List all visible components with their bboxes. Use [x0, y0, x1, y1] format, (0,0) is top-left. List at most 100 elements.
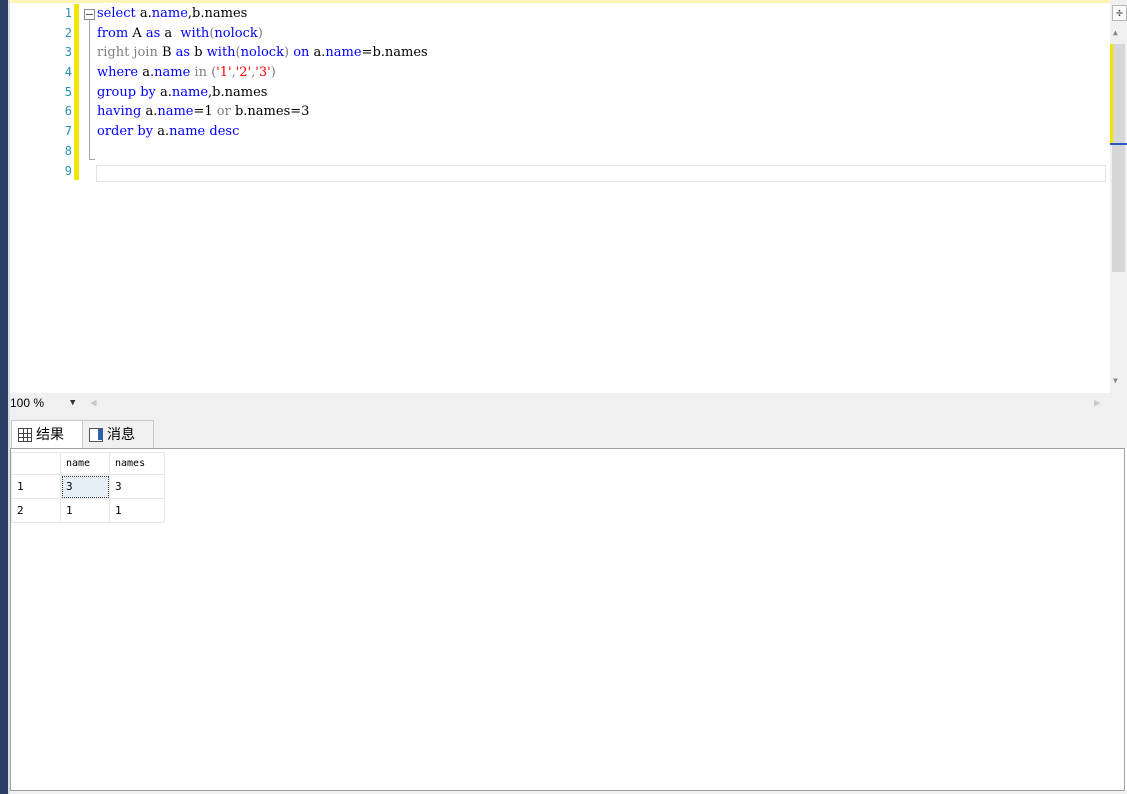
zoom-level[interactable]: 100 % — [10, 396, 44, 410]
column-header[interactable]: name — [60, 452, 110, 475]
collapse-region-icon[interactable] — [84, 9, 95, 20]
scrollbar-caret-marker — [1110, 143, 1127, 145]
grid-icon — [18, 428, 32, 443]
line-number: 3 — [64, 45, 72, 60]
tab-results[interactable]: 结果 — [11, 420, 83, 448]
column-header[interactable]: names — [109, 452, 165, 475]
code-token: ) — [270, 65, 276, 81]
code-line[interactable]: select a.name,b.names — [97, 4, 1097, 24]
fold-guide-end — [89, 159, 95, 160]
code-token: name — [325, 45, 362, 61]
code-token: right join — [97, 45, 158, 61]
code-token: select — [97, 6, 136, 21]
tab-results-label: 结果 — [36, 426, 64, 442]
code-line[interactable]: group by a.name,b.names — [97, 83, 1097, 103]
sql-code[interactable]: select a.name,b.names from A as a with(no… — [97, 4, 1097, 181]
code-token: a — [160, 25, 181, 41]
left-window-edge — [0, 0, 8, 794]
zoom-bar — [10, 393, 1127, 413]
header-row: name names — [11, 452, 165, 475]
code-token: =b.names — [361, 45, 428, 61]
message-icon — [89, 428, 103, 443]
code-line[interactable]: from A as a with(nolock) — [97, 24, 1097, 44]
code-token: A — [128, 25, 146, 41]
code-token: desc — [209, 124, 240, 140]
code-line[interactable]: order by a.name desc — [97, 122, 1097, 142]
code-token: '2' — [235, 65, 252, 81]
row-number[interactable]: 2 — [11, 498, 61, 523]
code-token: a. — [141, 104, 158, 120]
line-number: 9 — [64, 163, 72, 178]
code-token: as — [175, 45, 191, 61]
code-token: with — [206, 45, 236, 61]
code-token: a. — [309, 45, 326, 61]
chevron-down-icon[interactable]: ▼ — [70, 398, 75, 408]
line-number: 4 — [64, 65, 72, 80]
modified-lines-marker — [74, 4, 79, 180]
line-number: 5 — [64, 84, 72, 99]
chevron-left-icon[interactable]: ◀ — [90, 396, 97, 409]
code-token: b — [190, 45, 207, 61]
table-cell[interactable]: 1 — [60, 498, 110, 523]
scroll-up-icon[interactable]: ▲ — [1113, 28, 1118, 37]
split-editor-icon[interactable]: ÷ — [1112, 5, 1127, 21]
code-token: a. — [135, 6, 152, 21]
line-number: 6 — [64, 104, 72, 119]
code-token: as — [145, 25, 161, 41]
table-row: 1 3 3 — [11, 474, 165, 499]
code-line[interactable]: having a.name=1 or b.names=3 — [97, 102, 1097, 122]
table-row: 2 1 1 — [11, 498, 165, 523]
scroll-down-icon[interactable]: ▼ — [1113, 376, 1118, 385]
line-number: 2 — [64, 25, 72, 40]
table-cell[interactable]: 3 — [60, 474, 110, 499]
tab-messages[interactable]: 消息 — [82, 420, 154, 448]
code-token: name — [169, 124, 206, 140]
line-number: 8 — [64, 143, 72, 158]
row-number-header[interactable] — [11, 452, 61, 475]
code-token: B — [157, 45, 176, 61]
code-token: group by — [97, 84, 156, 100]
code-token: ,b.names — [187, 6, 248, 21]
code-token: b.names=3 — [230, 104, 310, 120]
code-token: nolock — [214, 25, 258, 41]
code-token: =1 — [193, 104, 217, 120]
code-token: '1' — [216, 65, 232, 81]
code-token: name — [171, 84, 209, 100]
code-token: ,b.names — [208, 84, 268, 100]
code-token: a. — [153, 124, 170, 140]
code-token: nolock — [240, 45, 284, 61]
scrollbar-thumb[interactable] — [1112, 44, 1125, 272]
code-token: in — [194, 65, 207, 81]
results-grid: name names 1 3 3 2 1 1 — [11, 452, 165, 523]
code-token: on — [293, 45, 310, 61]
line-number-gutter: 1 2 3 4 5 6 7 8 9 — [10, 4, 72, 181]
code-token: order by — [97, 124, 154, 140]
code-line[interactable] — [97, 162, 1097, 182]
line-number: 7 — [64, 124, 72, 139]
chevron-right-icon[interactable]: ▶ — [1094, 396, 1101, 409]
code-token: ) — [257, 25, 263, 41]
code-line[interactable] — [97, 142, 1097, 162]
line-number: 1 — [64, 6, 72, 20]
results-tab-strip — [10, 413, 1127, 448]
table-cell[interactable]: 1 — [109, 498, 165, 523]
editor-top-highlight — [10, 0, 1110, 3]
code-token: where — [97, 65, 139, 81]
row-number[interactable]: 1 — [11, 474, 61, 499]
code-token: with — [180, 25, 210, 41]
scrollbar-change-marker — [1110, 44, 1113, 145]
results-grid-pane — [10, 448, 1125, 791]
code-token: or — [216, 104, 231, 120]
code-line[interactable]: right join B as b with(nolock) on a.name… — [97, 43, 1097, 63]
code-token: from — [97, 25, 129, 41]
code-token: having — [97, 104, 142, 120]
code-line[interactable]: where a.name in ('1','2','3') — [97, 63, 1097, 83]
code-token: name — [151, 6, 188, 21]
code-token: name — [154, 65, 191, 81]
code-token: '3' — [255, 65, 271, 81]
tab-messages-label: 消息 — [107, 426, 135, 442]
table-cell[interactable]: 3 — [109, 474, 165, 499]
code-token: ( — [206, 65, 217, 81]
code-token: name — [157, 104, 194, 120]
code-token: a. — [155, 84, 172, 100]
